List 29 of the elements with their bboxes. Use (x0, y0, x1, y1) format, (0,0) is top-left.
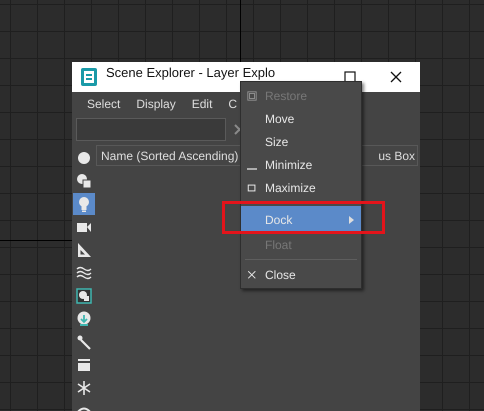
menu-item[interactable]: Maximize (241, 176, 361, 199)
menu-item[interactable]: Display (136, 95, 176, 113)
menu-item[interactable]: Edit (192, 95, 212, 113)
close-icon (247, 268, 257, 280)
submenu-arrow-icon (349, 216, 354, 224)
globe-icon (75, 310, 93, 328)
minimize-icon (247, 168, 257, 170)
framed-icon (75, 287, 93, 305)
restore-icon (247, 90, 257, 102)
search-field[interactable] (76, 118, 226, 141)
column-header[interactable]: Name (Sorted Ascending) (101, 146, 238, 164)
menu-item[interactable]: C (228, 95, 238, 113)
pin-icon (75, 333, 93, 351)
menu-item[interactable]: Close (241, 263, 361, 286)
waves-icon (75, 264, 93, 282)
app-logo-icon (80, 67, 98, 87)
menu-item[interactable]: Move (241, 107, 361, 130)
menu-item[interactable]: Size (241, 130, 361, 153)
column-header[interactable]: us Box (378, 146, 415, 164)
maximize-icon (247, 182, 257, 194)
menu-item[interactable]: Select (87, 95, 120, 113)
shapes-icon (75, 172, 93, 190)
close-icon[interactable] (390, 71, 402, 83)
window-title: Scene Explorer - Layer Explo (106, 66, 276, 80)
snowflake-icon (75, 379, 93, 397)
tray-icon (75, 356, 93, 374)
circle-icon (75, 149, 93, 167)
menu-item[interactable]: Minimize (241, 153, 361, 176)
triangle-ruler-icon (75, 241, 93, 259)
